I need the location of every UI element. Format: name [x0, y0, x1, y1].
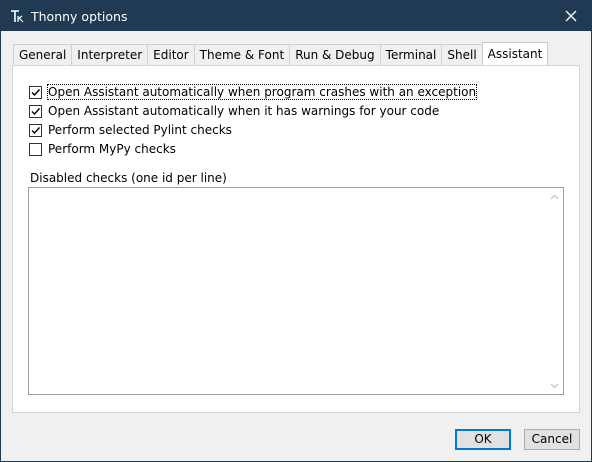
tab-terminal[interactable]: Terminal [379, 44, 443, 65]
tab-bar: General Interpreter Editor Theme & Font … [13, 42, 549, 66]
options-dialog: Thonny options General Interpreter Edito… [0, 0, 592, 462]
disabled-checks-label: Disabled checks (one id per line) [30, 171, 227, 185]
tab-editor[interactable]: Editor [147, 44, 195, 65]
close-icon[interactable] [551, 1, 591, 31]
scroll-up-icon[interactable] [546, 188, 563, 205]
tab-assistant[interactable]: Assistant [481, 42, 549, 65]
checkmark-icon [31, 88, 41, 96]
option-crash-assistant-label: Open Assistant automatically when progra… [46, 84, 478, 100]
option-crash-assistant[interactable]: Open Assistant automatically when progra… [29, 84, 478, 100]
option-mypy[interactable]: Perform MyPy checks [29, 141, 176, 157]
option-mypy-label: Perform MyPy checks [48, 142, 176, 156]
tab-interpreter[interactable]: Interpreter [71, 44, 149, 65]
tab-general[interactable]: General [13, 44, 73, 65]
option-pylint[interactable]: Perform selected Pylint checks [29, 122, 232, 138]
option-warnings-assistant[interactable]: Open Assistant automatically when it has… [29, 103, 439, 119]
tab-run-debug[interactable]: Run & Debug [289, 44, 381, 65]
title-bar[interactable]: Thonny options [1, 1, 591, 31]
option-pylint-label: Perform selected Pylint checks [48, 123, 232, 137]
checkbox-mypy[interactable] [29, 142, 42, 156]
disabled-checks-textarea[interactable] [28, 187, 564, 395]
checkmark-icon [31, 126, 41, 134]
option-warnings-assistant-label: Open Assistant automatically when it has… [48, 104, 440, 118]
tab-shell[interactable]: Shell [441, 44, 483, 65]
checkmark-icon [31, 107, 41, 115]
cancel-button[interactable]: Cancel [524, 429, 580, 450]
textarea-scrollbar[interactable] [546, 188, 563, 394]
ok-button[interactable]: OK [455, 429, 511, 450]
checkbox-pylint[interactable] [29, 123, 42, 137]
scroll-down-icon[interactable] [546, 377, 563, 394]
assistant-panel: Open Assistant automatically when progra… [12, 65, 580, 413]
checkbox-crash-assistant[interactable] [29, 85, 42, 99]
thonny-app-icon [10, 9, 24, 23]
window-title: Thonny options [31, 9, 128, 24]
checkbox-warnings-assistant[interactable] [29, 104, 42, 118]
tab-theme-font[interactable]: Theme & Font [193, 44, 291, 65]
